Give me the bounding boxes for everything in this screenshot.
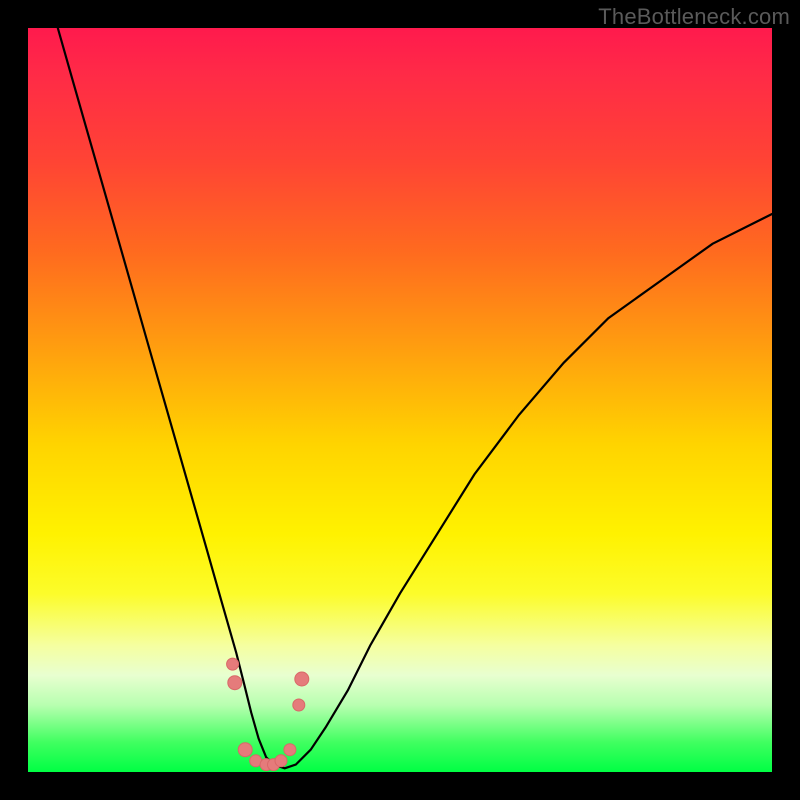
bottleneck-curve [58,28,772,768]
highlight-dot [275,755,287,767]
highlight-dot [238,743,252,757]
plot-area [28,28,772,772]
highlight-dot [227,658,239,670]
highlight-dot [293,699,305,711]
highlight-dot [228,676,242,690]
highlight-dot [295,672,309,686]
watermark-text: TheBottleneck.com [598,4,790,30]
chart-svg [28,28,772,772]
highlight-dot [284,744,296,756]
outer-frame: TheBottleneck.com [0,0,800,800]
highlight-dots [227,658,309,771]
